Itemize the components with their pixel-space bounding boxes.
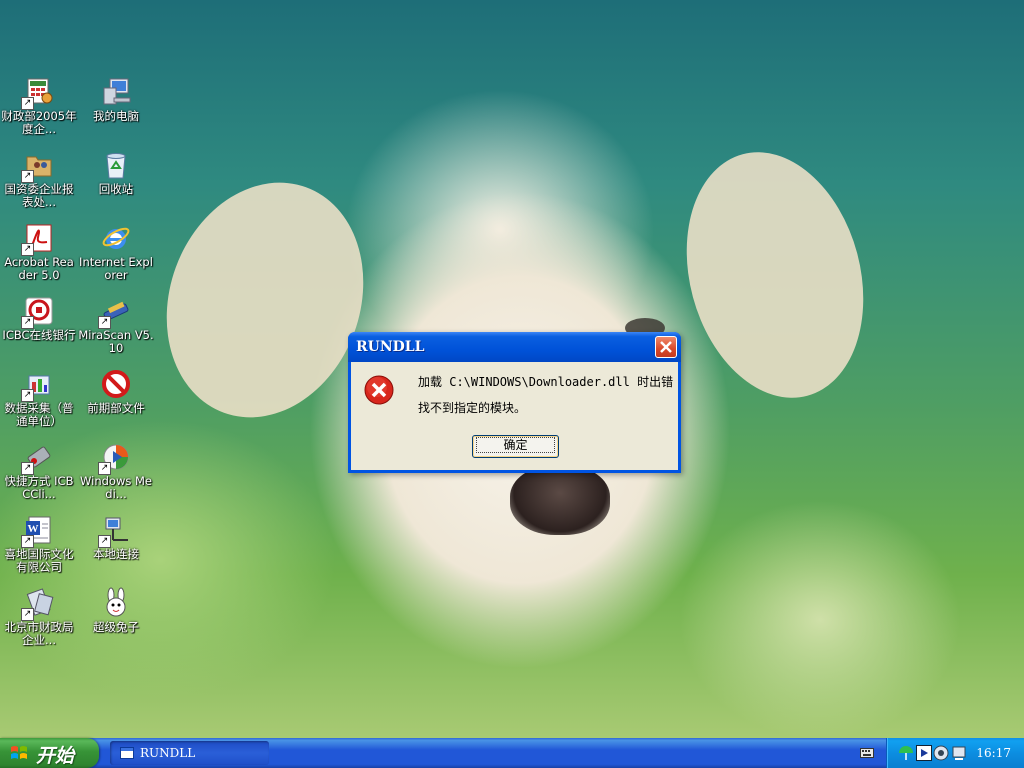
desktop-icon-label: Internet Explorer [79,255,153,282]
desktop-icon-label: 北京市财政局企业... [4,620,74,647]
desktop-icon-recycle-bin[interactable]: 回收站 [78,149,154,196]
shortcut-arrow-icon: ↗ [21,170,34,183]
forbidden-folder-icon [102,370,130,398]
desktop-icon-mirascan[interactable]: ↗ MiraScan V5.10 [78,295,154,355]
desktop-icon-label: 国资委企业报表处... [4,182,74,209]
ie-icon [102,227,130,249]
umbrella-icon[interactable] [898,745,914,761]
shortcut-arrow-icon: ↗ [21,389,34,402]
desktop-icon-label: ICBC在线银行 [2,328,76,342]
desktop-icon-data-collect[interactable]: ↗ 数据采集（普通单位） [1,368,77,428]
rabbit-icon [106,587,126,617]
desktop-icon-internet-explorer[interactable]: Internet Explorer [78,222,154,282]
desktop-icon-label: 喜地国际文化有限公司 [4,547,74,574]
desktop-icon-icbc[interactable]: ↗ ICBC在线银行 [1,295,77,342]
shortcut-arrow-icon: ↗ [21,97,34,110]
desktop-icon-label: MiraScan V5.10 [78,328,154,355]
windows-logo-icon [11,746,27,759]
ok-button[interactable]: 确定 [472,435,559,458]
shortcut-arrow-icon: ↗ [21,535,34,548]
computer-icon [103,78,131,105]
media-play-icon[interactable] [916,745,932,761]
close-button[interactable] [655,336,677,358]
dialog-titlebar[interactable]: RUNDLL [348,332,681,362]
error-detail: 找不到指定的模块。 [418,401,527,415]
window-icon [120,747,134,759]
desktop-icon-label: Acrobat Reader 5.0 [4,255,74,282]
wallpaper-puppy-ear-right [660,132,890,418]
taskbar: 开始 RUNDLL 16:17 [0,738,1024,768]
desktop-icon-label: Windows Medi... [80,474,152,501]
wallpaper-puppy-nose [510,465,610,535]
speaker-icon[interactable] [933,745,949,761]
taskbar-item-rundll[interactable]: RUNDLL [110,741,269,765]
desktop-icon-label: 回收站 [98,182,134,196]
desktop-icon-acrobat[interactable]: ↗ Acrobat Reader 5.0 [1,222,77,282]
desktop-icon-label: 超级兔子 [93,620,139,634]
shortcut-arrow-icon: ↗ [21,608,34,621]
shortcut-arrow-icon: ↗ [98,535,111,548]
shortcut-arrow-icon: ↗ [98,316,111,329]
desktop-icon-local-connection[interactable]: ↗ 本地连接 [78,514,154,561]
desktop-icon-label: 我的电脑 [93,109,139,123]
rundll-dialog[interactable]: RUNDLL 加载 C:\WINDOWS\Downloader.dll 时出错 … [348,332,681,473]
taskbar-item-label: RUNDLL [140,746,196,760]
start-label: 开始 [36,745,75,767]
keyboard-icon[interactable] [860,748,874,758]
desktop-icon-xidi[interactable]: W ↗ 喜地国际文化有限公司 [1,514,77,574]
desktop-icon-bjczj[interactable]: ↗ 北京市财政局企业... [1,587,77,647]
desktop[interactable]: ↗ 财政部2005年度企... ↗ 国资委企业报表处... ↗ Acrobat … [0,0,1024,738]
start-button[interactable]: 开始 [0,738,99,768]
dialog-title: RUNDLL [356,339,425,355]
desktop-icon-label: 快捷方式 ICBCCli... [4,474,74,501]
desktop-icon-qqbwj[interactable]: 前期部文件 [78,368,154,415]
desktop-icon-label: 财政部2005年度企... [1,109,77,136]
error-icon [364,375,394,405]
svg-text:W: W [28,523,39,535]
network-tray-icon[interactable] [951,745,967,761]
shortcut-arrow-icon: ↗ [21,462,34,475]
error-message: 加载 C:\WINDOWS\Downloader.dll 时出错 [418,375,674,389]
recycle-bin-icon [106,153,126,179]
desktop-icon-label: 数据采集（普通单位） [4,401,74,428]
desktop-icon-label: 前期部文件 [87,401,145,415]
system-tray: 16:17 [886,738,1024,768]
desktop-icon-my-computer[interactable]: 我的电脑 [78,76,154,123]
shortcut-arrow-icon: ↗ [21,316,34,329]
shortcut-arrow-icon: ↗ [98,462,111,475]
close-icon [660,341,672,353]
ok-button-label: 确定 [476,437,555,453]
desktop-icon-windows-media[interactable]: ↗ Windows Medi... [78,441,154,501]
shortcut-arrow-icon: ↗ [21,243,34,256]
desktop-icon-super-rabbit[interactable]: 超级兔子 [78,587,154,634]
desktop-icon-czb2005[interactable]: ↗ 财政部2005年度企... [1,76,77,136]
dialog-body: 加载 C:\WINDOWS\Downloader.dll 时出错 找不到指定的模… [351,362,678,470]
desktop-icon-gzw[interactable]: ↗ 国资委企业报表处... [1,149,77,209]
desktop-icon-label: 本地连接 [93,547,139,561]
desktop-icon-icbc-client[interactable]: ↗ 快捷方式 ICBCCli... [1,441,77,501]
clock[interactable]: 16:17 [976,746,1011,760]
